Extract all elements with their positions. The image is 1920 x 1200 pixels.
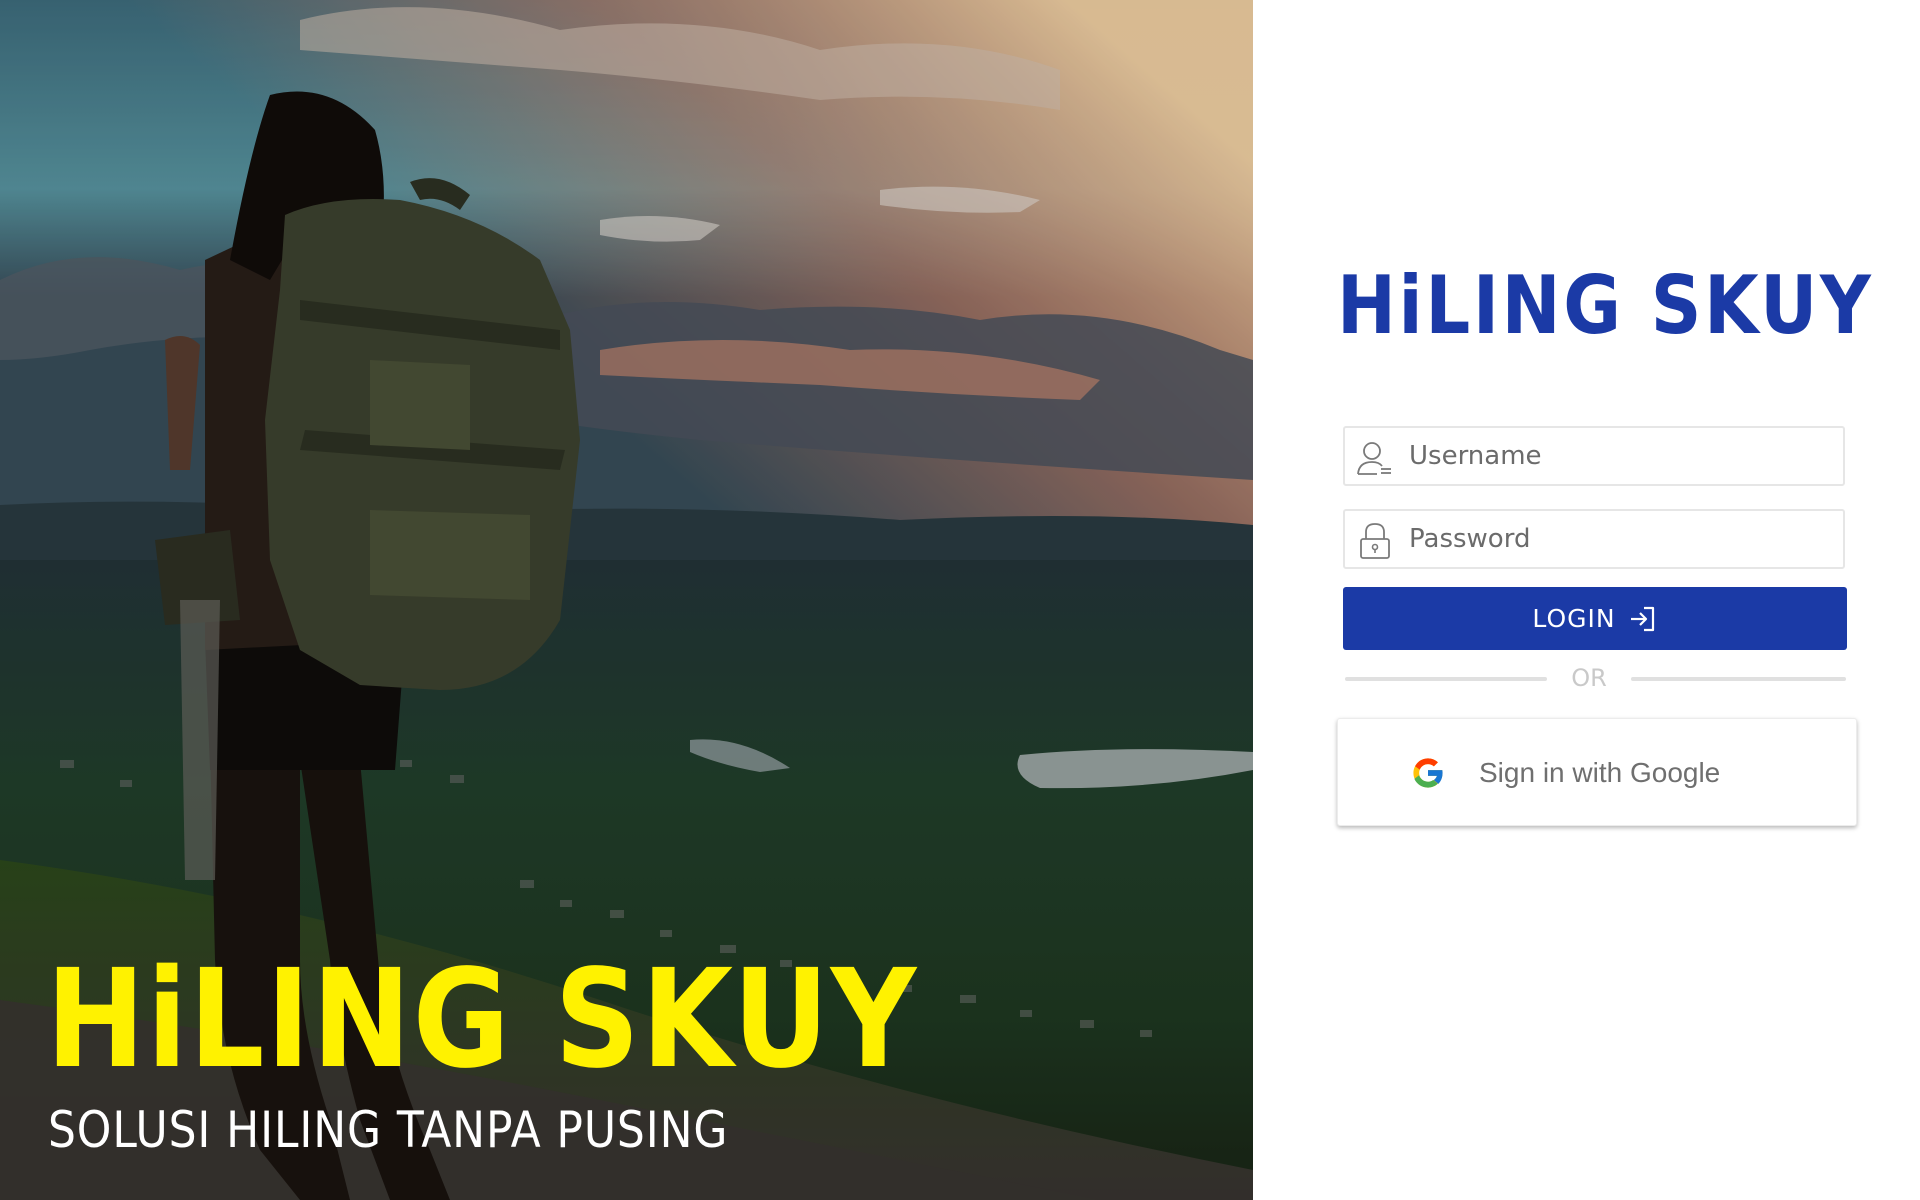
password-input[interactable] <box>1409 511 1829 567</box>
username-input[interactable] <box>1409 428 1829 484</box>
hero-title: HiLING SKUY <box>46 941 919 1099</box>
google-icon <box>1413 758 1444 788</box>
google-signin-label: Sign in with Google <box>1479 757 1721 788</box>
login-page: HiLING SKUY SOLUSI HILING TANPA PUSING H… <box>0 0 1920 1200</box>
brand-title: HiLING SKUY <box>1337 259 1874 352</box>
lock-icon <box>1360 523 1390 559</box>
login-button[interactable]: LOGIN <box>1343 587 1847 650</box>
login-panel: HiLING SKUY LOGIN <box>1253 0 1920 1200</box>
login-button-label: LOGIN <box>1532 604 1616 633</box>
google-signin-button[interactable]: Sign in with Google <box>1337 718 1857 826</box>
hero-tagline: SOLUSI HILING TANPA PUSING <box>48 1101 729 1159</box>
username-field[interactable] <box>1343 426 1845 486</box>
sign-in-icon <box>1630 606 1654 631</box>
hero-panel: HiLING SKUY SOLUSI HILING TANPA PUSING <box>0 0 1253 1200</box>
password-field[interactable] <box>1343 509 1845 569</box>
divider-line-right <box>1631 677 1846 681</box>
divider-line-left <box>1345 677 1547 681</box>
user-icon <box>1357 442 1391 475</box>
divider-or-text: OR <box>1571 664 1607 692</box>
